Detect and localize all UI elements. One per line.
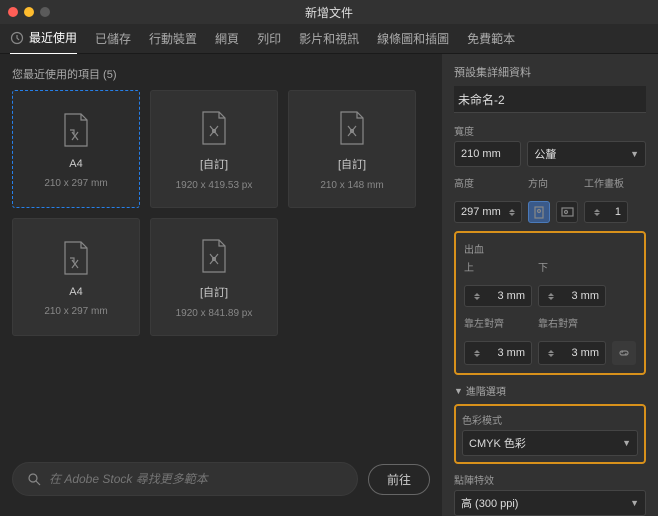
tab-mobile[interactable]: 行動裝置 <box>149 23 197 54</box>
bleed-label: 出血 <box>464 241 636 256</box>
bleed-section: 出血 上 下 3 mm 3 mm 靠左對齊 靠右對齊 3 mm 3 mm <box>454 231 646 375</box>
chevron-down-icon: ▼ <box>622 438 631 448</box>
search-input[interactable] <box>49 472 343 486</box>
template-title: A4 <box>69 158 82 170</box>
recent-items-label: 您最近使用的項目 (5) <box>12 66 430 82</box>
width-label: 寬度 <box>454 123 646 138</box>
template-card[interactable]: A4 210 x 297 mm <box>12 90 140 208</box>
titlebar: 新增文件 <box>0 0 658 24</box>
window-title: 新增文件 <box>305 4 353 21</box>
preset-name-input[interactable] <box>454 86 646 113</box>
template-size: 210 x 297 mm <box>44 178 107 189</box>
template-card[interactable]: [自訂] 210 x 148 mm <box>288 90 416 208</box>
chevron-down-icon: ▼ <box>630 498 639 508</box>
orientation-landscape[interactable] <box>556 201 578 223</box>
page-icon <box>60 238 92 278</box>
details-panel: 預設集詳細資料 寬度 210 mm 公釐▼ 高度 方向 工作畫板 297 mm … <box>442 54 658 516</box>
advanced-toggle[interactable]: ▼進階選項 <box>454 383 646 398</box>
page-icon <box>60 110 92 150</box>
template-size: 1920 x 419.53 px <box>176 180 253 191</box>
search-icon <box>27 472 41 486</box>
artboards-field[interactable]: 1 <box>584 201 628 223</box>
stepper-icon <box>509 209 515 216</box>
custom-icon <box>198 236 230 276</box>
colormode-label: 色彩模式 <box>462 412 638 427</box>
bleed-right-field[interactable]: 3 mm <box>538 341 606 365</box>
chevron-down-icon: ▼ <box>630 149 639 159</box>
tab-video[interactable]: 影片和視訊 <box>299 23 359 54</box>
close-window-icon[interactable] <box>8 7 18 17</box>
template-title: [自訂] <box>200 156 228 172</box>
orientation-portrait[interactable] <box>528 201 550 223</box>
raster-label: 點陣特效 <box>454 472 646 487</box>
orientation-label: 方向 <box>528 175 578 190</box>
search-box[interactable] <box>12 462 358 496</box>
bleed-top-field[interactable]: 3 mm <box>464 285 532 307</box>
templates-panel: 您最近使用的項目 (5) A4 210 x 297 mm [自訂] 1920 x… <box>0 54 442 516</box>
minimize-window-icon[interactable] <box>24 7 34 17</box>
window-controls <box>8 7 50 17</box>
details-header: 預設集詳細資料 <box>454 64 646 80</box>
bleed-left-field[interactable]: 3 mm <box>464 341 532 365</box>
template-size: 210 x 297 mm <box>44 306 107 317</box>
link-bleed-icon[interactable] <box>612 341 636 365</box>
tab-recent[interactable]: 最近使用 <box>10 22 77 55</box>
units-select[interactable]: 公釐▼ <box>527 141 646 167</box>
raster-select[interactable]: 高 (300 ppi)▼ <box>454 490 646 516</box>
bleed-bottom-label: 下 <box>538 259 606 274</box>
tab-art[interactable]: 線條圖和插圖 <box>377 23 449 54</box>
template-title: [自訂] <box>338 156 366 172</box>
template-card[interactable]: [自訂] 1920 x 419.53 px <box>150 90 278 208</box>
tab-print[interactable]: 列印 <box>257 23 281 54</box>
clock-icon <box>10 31 24 45</box>
bleed-right-label: 靠右對齊 <box>538 315 606 330</box>
colormode-select[interactable]: CMYK 色彩▼ <box>462 430 638 456</box>
tab-free-templates[interactable]: 免費範本 <box>467 23 515 54</box>
bleed-bottom-field[interactable]: 3 mm <box>538 285 606 307</box>
stepper-icon <box>594 209 600 216</box>
search-row: 前往 <box>12 454 430 504</box>
template-title: [自訂] <box>200 284 228 300</box>
color-mode-section: 色彩模式 CMYK 色彩▼ <box>454 404 646 464</box>
tab-saved[interactable]: 已儲存 <box>95 23 131 54</box>
tab-web[interactable]: 網頁 <box>215 23 239 54</box>
artboards-label: 工作畫板 <box>584 175 624 190</box>
category-tabs: 最近使用 已儲存 行動裝置 網頁 列印 影片和視訊 線條圖和插圖 免費範本 <box>0 24 658 54</box>
custom-icon <box>336 108 368 148</box>
template-size: 210 x 148 mm <box>320 180 383 191</box>
custom-icon <box>198 108 230 148</box>
chevron-down-icon: ▼ <box>454 386 463 396</box>
bleed-left-label: 靠左對齊 <box>464 315 532 330</box>
bleed-top-label: 上 <box>464 259 532 274</box>
maximize-window-icon[interactable] <box>40 7 50 17</box>
template-size: 1920 x 841.89 px <box>176 308 253 319</box>
height-field[interactable]: 297 mm <box>454 201 522 223</box>
templates-grid: A4 210 x 297 mm [自訂] 1920 x 419.53 px [自… <box>12 90 430 336</box>
template-card[interactable]: [自訂] 1920 x 841.89 px <box>150 218 278 336</box>
width-field[interactable]: 210 mm <box>454 141 521 167</box>
height-label: 高度 <box>454 175 522 190</box>
template-title: A4 <box>69 286 82 298</box>
template-card[interactable]: A4 210 x 297 mm <box>12 218 140 336</box>
go-button[interactable]: 前往 <box>368 464 430 495</box>
